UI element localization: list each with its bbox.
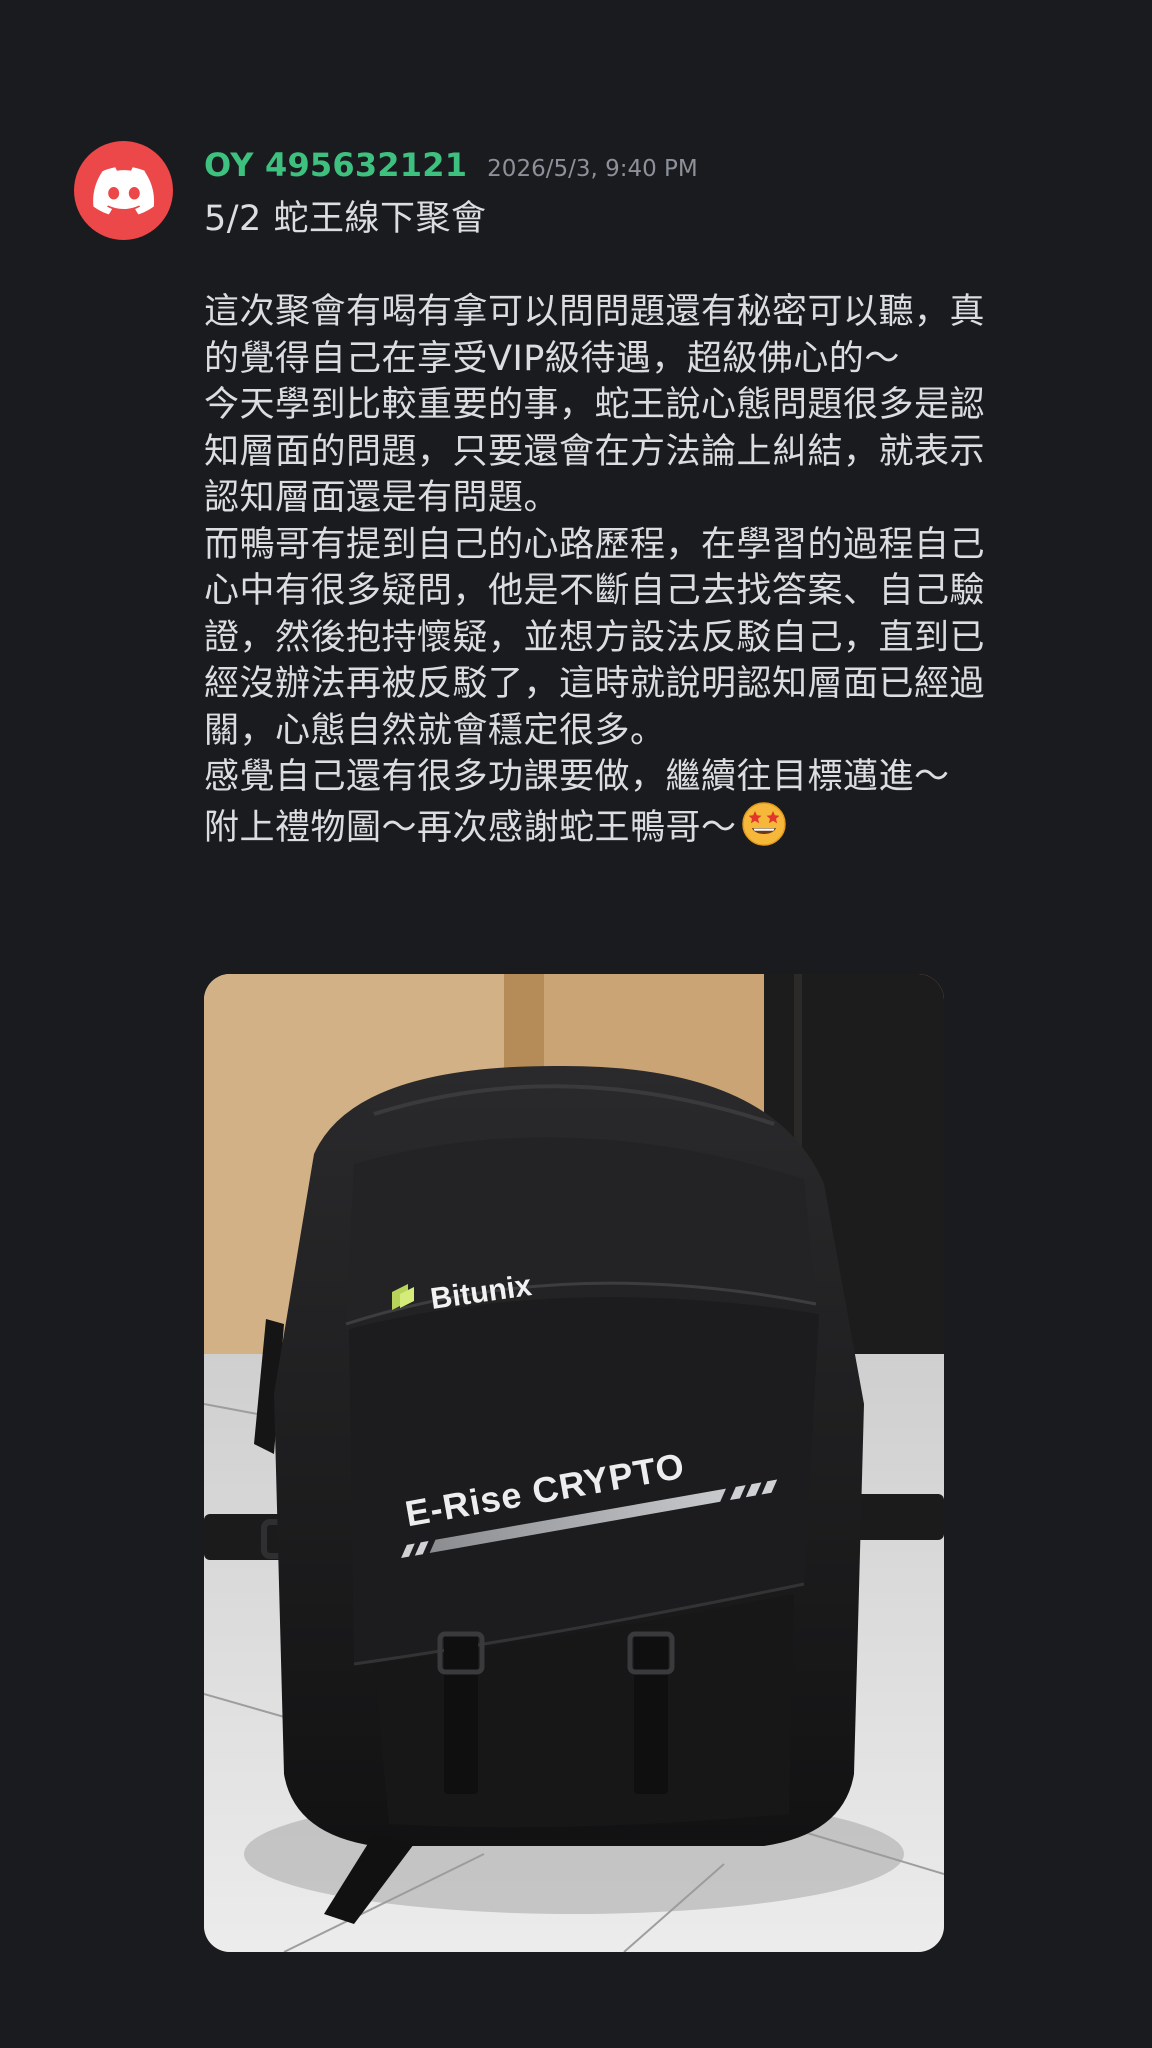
message-line: 而鴨哥有提到自己的心路歷程，在學習的過程自己 [204,524,986,565]
discord-logo-icon [92,166,154,214]
message-line: 心中有很多疑問，他是不斷自己去找答案、自己驗 [204,571,986,611]
message-line-last: 附上禮物圖～再次感謝蛇王鴨哥～ [204,801,1084,848]
message-header: OY 495632121 2026/5/3, 9:40 PM [204,146,698,190]
message-line: 這次聚會有喝有拿可以問問題還有秘密可以聽，真 [204,292,986,332]
avatar[interactable] [74,141,173,240]
message-line: 經沒辦法再被反駁了，這時就說明認知層面已經過 [204,664,986,704]
message-timestamp: 2026/5/3, 9:40 PM [487,156,698,182]
message-content: 5/2 蛇王線下聚會 這次聚會有喝有拿可以問問題還有秘密可以聽，真 的覺得自己在… [204,196,1084,848]
message-line: 5/2 蛇王線下聚會 [204,199,487,239]
message-line: 認知層面還是有問題。 [204,478,560,518]
message-line: 的覺得自己在享受VIP級待遇，超級佛心的～ [204,338,900,379]
message-line: 關，心態自然就會穩定很多。 [204,710,666,751]
message-line-text: 附上禮物圖～再次感謝蛇王鴨哥～ [204,807,737,848]
backpack-photo: Bitunix E-Rise CRYPTO [204,974,944,1952]
image-attachment[interactable]: Bitunix E-Rise CRYPTO [204,974,944,1952]
message-line [204,243,1084,290]
username[interactable]: OY 495632121 [204,146,467,184]
message-line: 今天學到比較重要的事，蛇王說心態問題很多是認 [204,385,986,425]
message-line: 證，然後抱持懷疑，並想方設法反駁自己，直到已 [204,617,986,658]
message-line: 感覺自己還有很多功課要做，繼續往目標邁進～ [204,757,950,797]
chat-view: OY 495632121 2026/5/3, 9:40 PM 5/2 蛇王線下聚… [0,0,1152,2048]
message-line: 知層面的問題，只要還會在方法論上糾結，就表示 [204,431,986,472]
star-struck-emoji-icon [741,801,786,846]
